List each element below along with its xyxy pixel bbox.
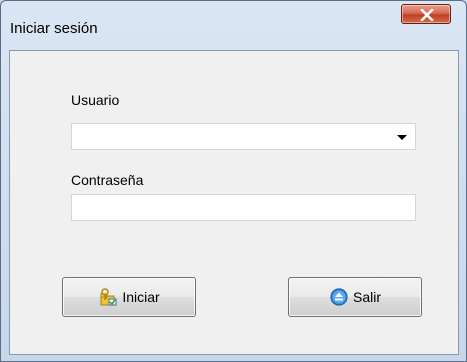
user-combobox[interactable]	[71, 123, 416, 150]
exit-button[interactable]: Salir	[288, 277, 422, 317]
eject-icon	[330, 288, 348, 306]
login-form-panel: Usuario Contraseña Iniciar Salir	[9, 50, 459, 355]
exit-button-label: Salir	[352, 289, 381, 305]
title-bar[interactable]: Iniciar sesión	[1, 1, 467, 49]
close-button[interactable]	[401, 4, 451, 24]
login-button-label: Iniciar	[122, 289, 160, 305]
login-window: Iniciar sesión Usuario Contraseña Inicia…	[0, 0, 467, 362]
chevron-down-icon[interactable]	[397, 135, 407, 140]
password-label: Contraseña	[71, 172, 144, 188]
close-icon	[420, 9, 434, 21]
key-folder-icon	[100, 288, 117, 306]
password-field[interactable]	[71, 194, 416, 221]
user-label: Usuario	[71, 92, 120, 108]
window-title: Iniciar sesión	[10, 20, 98, 37]
login-button[interactable]: Iniciar	[62, 277, 196, 317]
